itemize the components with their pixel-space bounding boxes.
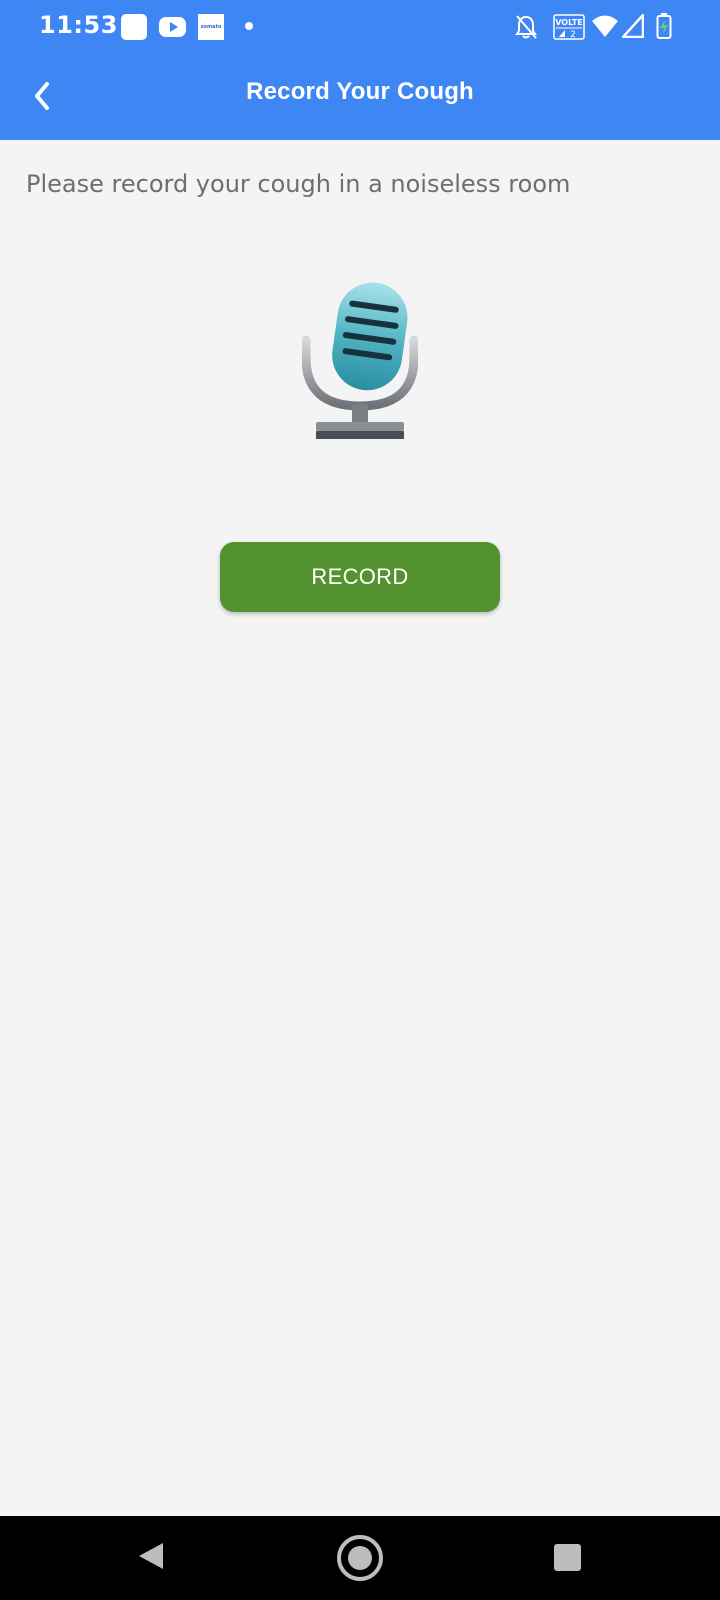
bell-off-icon xyxy=(515,15,537,39)
youtube-icon xyxy=(159,17,186,37)
instruction-text: Please record your cough in a noiseless … xyxy=(26,170,571,198)
nav-home-icon[interactable] xyxy=(336,1534,384,1582)
nav-back-icon[interactable] xyxy=(137,1540,165,1572)
volte-label: VOLTE xyxy=(555,18,583,27)
signal-icon xyxy=(622,14,644,38)
page-title: Record Your Cough xyxy=(246,78,474,105)
wifi-icon xyxy=(592,15,618,37)
sim-label: 2 xyxy=(570,30,576,40)
status-time: 11:53 xyxy=(39,11,118,39)
app-square-icon xyxy=(121,14,147,40)
app-bar: Record Your Cough xyxy=(0,54,720,140)
status-bar: 11:53 zomato VOLTE 2 xyxy=(0,0,720,54)
dot-icon xyxy=(245,22,253,30)
navigation-bar xyxy=(0,1516,720,1600)
nav-recents-icon[interactable] xyxy=(554,1544,581,1571)
record-button[interactable]: RECORD xyxy=(220,542,500,612)
zomato-icon: zomato xyxy=(198,14,224,40)
microphone-icon xyxy=(302,282,418,439)
battery-charging-icon xyxy=(656,13,672,39)
volte-icon: VOLTE 2 xyxy=(553,14,585,40)
